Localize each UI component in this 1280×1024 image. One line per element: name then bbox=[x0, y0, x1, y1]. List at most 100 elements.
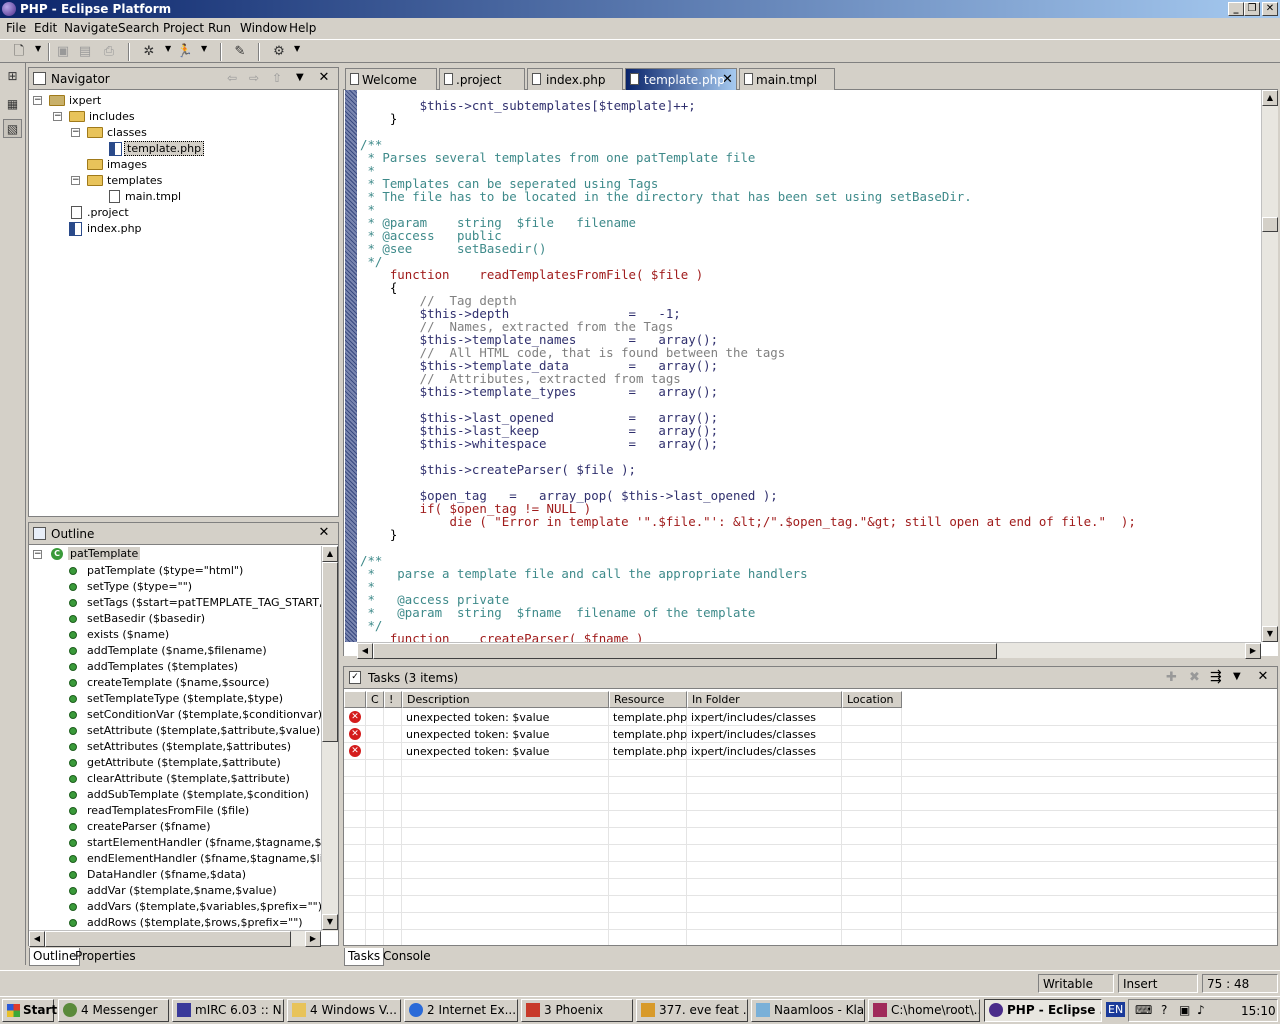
taskbar-button-messenger[interactable]: 4 Messenger bbox=[58, 999, 169, 1022]
run-dropdown-icon[interactable]: ▼ bbox=[201, 44, 207, 53]
outline-class-item[interactable]: − C patTemplate bbox=[33, 547, 233, 563]
column-header-resource[interactable]: Resource bbox=[609, 691, 687, 708]
outline-method-item[interactable]: setBasedir ($basedir) bbox=[69, 611, 321, 627]
outline-method-item[interactable]: endElementHandler ($fname,$tagname,$line… bbox=[69, 851, 321, 867]
close-window-button[interactable]: ✕ bbox=[1262, 2, 1278, 16]
outline-method-item[interactable]: addRows ($template,$rows,$prefix="") bbox=[69, 915, 321, 931]
edit-icon[interactable]: ✎ bbox=[231, 43, 249, 61]
tree-item-index-php[interactable]: index.php bbox=[69, 221, 269, 237]
outline-method-item[interactable]: setConditionVar ($template,$conditionvar… bbox=[69, 707, 321, 723]
outline-vertical-scrollbar[interactable]: ▲ ▼ bbox=[321, 546, 338, 931]
outline-method-item[interactable]: clearAttribute ($template,$attribute) bbox=[69, 771, 321, 787]
taskbar-button-notepad[interactable]: Naamloos - Kla... bbox=[751, 999, 865, 1022]
taskbar-button-windows[interactable]: 4 Windows V... bbox=[287, 999, 401, 1022]
outline-method-item[interactable]: patTemplate ($type="html") bbox=[69, 563, 321, 579]
taskbar-button-console[interactable]: C:\home\root\... bbox=[868, 999, 980, 1022]
outline-method-item[interactable]: createParser ($fname) bbox=[69, 819, 321, 835]
php-perspective-icon[interactable]: ▧ bbox=[3, 119, 22, 138]
tab-console[interactable]: Console bbox=[380, 948, 434, 966]
outline-method-item[interactable]: setTemplateType ($template,$type) bbox=[69, 691, 321, 707]
outline-method-item[interactable]: setType ($type="") bbox=[69, 579, 321, 595]
taskbar-button-media[interactable]: 377. eve feat ... bbox=[636, 999, 748, 1022]
keyboard-icon[interactable]: ⌨ bbox=[1135, 1003, 1152, 1017]
outline-method-item[interactable]: startElementHandler ($fname,$tagname,$at… bbox=[69, 835, 321, 851]
outline-method-item[interactable]: addVars ($template,$variables,$prefix=""… bbox=[69, 899, 321, 915]
scroll-down-icon[interactable]: ▼ bbox=[322, 914, 338, 930]
up-icon[interactable]: ⇧ bbox=[272, 71, 282, 85]
tree-item-project[interactable]: .project bbox=[71, 205, 271, 221]
outline-method-item[interactable]: DataHandler ($fname,$data) bbox=[69, 867, 321, 883]
collapse-icon[interactable]: − bbox=[71, 128, 80, 137]
forward-icon[interactable]: ⇨ bbox=[249, 71, 259, 85]
outline-method-item[interactable]: exists ($name) bbox=[69, 627, 321, 643]
resource-perspective-icon[interactable]: ▦ bbox=[3, 95, 22, 114]
scroll-up-icon[interactable]: ▲ bbox=[322, 546, 338, 562]
close-icon[interactable]: ✕ bbox=[1256, 670, 1270, 684]
maximize-button[interactable]: ❐ bbox=[1244, 2, 1260, 16]
volume-icon[interactable]: ♪ bbox=[1197, 1003, 1205, 1017]
debug-icon[interactable]: ✲ bbox=[140, 43, 158, 61]
collapse-icon[interactable]: − bbox=[53, 112, 62, 121]
menu-file[interactable]: File bbox=[6, 21, 26, 35]
run-icon[interactable]: 🏃 bbox=[176, 43, 194, 61]
tree-item-templates[interactable]: − templates bbox=[71, 173, 311, 189]
view-menu-icon[interactable]: ▼ bbox=[296, 72, 304, 83]
menu-edit[interactable]: Edit bbox=[34, 21, 57, 35]
scroll-thumb[interactable] bbox=[1262, 217, 1278, 232]
taskbar-button-mirc[interactable]: mIRC 6.03 :: N... bbox=[172, 999, 284, 1022]
new-dropdown-icon[interactable]: ▼ bbox=[35, 44, 41, 53]
external-tools-icon[interactable]: ⚙ bbox=[270, 43, 288, 61]
column-header-description[interactable]: Description bbox=[402, 691, 609, 708]
taskbar-button-eclipse[interactable]: PHP - Eclipse ... bbox=[984, 999, 1102, 1022]
add-task-icon[interactable]: ✚ bbox=[1166, 670, 1177, 685]
delete-icon[interactable]: ✖ bbox=[1189, 670, 1200, 685]
outline-method-item[interactable]: setAttribute ($template,$attribute,$valu… bbox=[69, 723, 321, 739]
back-icon[interactable]: ⇦ bbox=[227, 71, 237, 85]
outline-method-item[interactable]: setTags ($start=patTEMPLATE_TAG_START,$e… bbox=[69, 595, 321, 611]
tree-item-template-php[interactable]: template.php bbox=[109, 141, 269, 157]
outline-method-item[interactable]: addTemplate ($name,$filename) bbox=[69, 643, 321, 659]
scroll-thumb[interactable] bbox=[322, 562, 338, 742]
scroll-thumb[interactable] bbox=[373, 643, 997, 659]
minimize-button[interactable]: _ bbox=[1228, 2, 1244, 16]
editor-vertical-scrollbar[interactable]: ▲ ▼ bbox=[1261, 90, 1278, 642]
view-menu-icon[interactable]: ▼ bbox=[1233, 671, 1241, 682]
outline-method-item[interactable]: getAttribute ($template,$attribute) bbox=[69, 755, 321, 771]
outline-method-item[interactable]: setAttributes ($template,$attributes) bbox=[69, 739, 321, 755]
collapse-icon[interactable]: − bbox=[33, 550, 42, 559]
collapse-icon[interactable]: − bbox=[33, 96, 42, 105]
tab-properties[interactable]: Properties bbox=[72, 948, 139, 966]
tree-item-ixpert[interactable]: − ixpert bbox=[33, 93, 313, 109]
scroll-thumb[interactable] bbox=[45, 931, 291, 947]
tree-item-classes[interactable]: − classes bbox=[71, 125, 311, 141]
tab-template-php[interactable]: template.php ✕ bbox=[625, 68, 737, 90]
outline-method-item[interactable]: readTemplatesFromFile ($file) bbox=[69, 803, 321, 819]
menu-help[interactable]: Help bbox=[289, 21, 316, 35]
tree-item-main-tmpl[interactable]: main.tmpl bbox=[109, 189, 269, 205]
network-icon[interactable]: ▣ bbox=[1179, 1003, 1190, 1017]
tree-item-images[interactable]: images bbox=[87, 157, 307, 173]
tab-main-tmpl[interactable]: main.tmpl bbox=[739, 68, 835, 90]
editor-horizontal-scrollbar[interactable]: ◀ ▶ bbox=[357, 642, 1261, 659]
task-row[interactable]: ✕ unexpected token: $value template.php ixp… bbox=[344, 709, 1277, 726]
menu-run[interactable]: Run bbox=[208, 21, 231, 35]
scroll-down-icon[interactable]: ▼ bbox=[1262, 626, 1278, 642]
outline-horizontal-scrollbar[interactable]: ◀ ▶ bbox=[29, 930, 321, 947]
outline-method-item[interactable]: createTemplate ($name,$source) bbox=[69, 675, 321, 691]
outline-method-item[interactable]: addSubTemplate ($template,$condition) bbox=[69, 787, 321, 803]
tab-project[interactable]: .project bbox=[439, 68, 525, 90]
debug-dropdown-icon[interactable]: ▼ bbox=[165, 44, 171, 53]
column-header-completed[interactable]: C bbox=[366, 691, 384, 708]
new-icon[interactable]: 🗋 bbox=[10, 43, 28, 61]
tree-item-includes[interactable]: − includes bbox=[53, 109, 313, 125]
start-button[interactable]: Start bbox=[2, 999, 57, 1022]
save-all-icon[interactable]: ▤ bbox=[76, 43, 94, 61]
column-header-icon[interactable] bbox=[344, 691, 366, 708]
filter-icon[interactable]: ⇶ bbox=[1210, 669, 1222, 685]
tab-welcome[interactable]: Welcome bbox=[345, 68, 437, 90]
close-icon[interactable]: ✕ bbox=[317, 526, 331, 540]
scroll-up-icon[interactable]: ▲ bbox=[1262, 90, 1278, 106]
menu-window[interactable]: Window bbox=[240, 21, 287, 35]
tab-tasks[interactable]: Tasks bbox=[344, 948, 385, 966]
tab-index-php[interactable]: index.php bbox=[527, 68, 623, 90]
